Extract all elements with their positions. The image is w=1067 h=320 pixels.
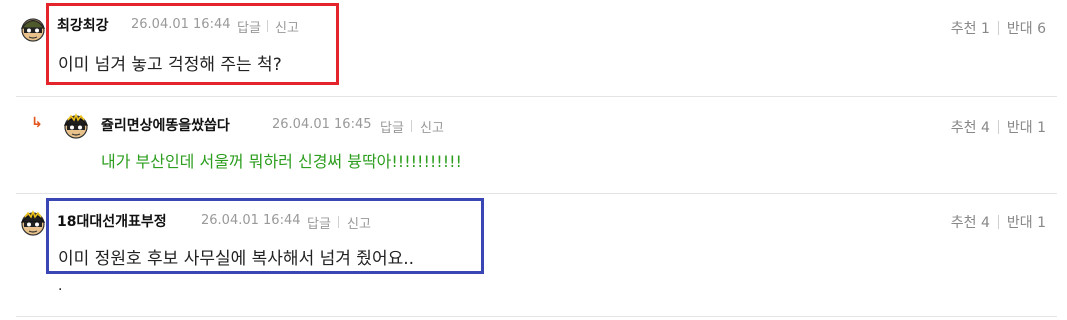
oppose-count: 1 bbox=[1037, 215, 1046, 231]
comment-item: 최강최강 26.04.01 16:44 답글 신고 이미 넘겨 놓고 걱정해 주… bbox=[0, 0, 1067, 96]
vote-divider bbox=[997, 120, 999, 134]
recommend-count: 1 bbox=[980, 21, 990, 37]
recommend-count: 4 bbox=[980, 120, 990, 136]
oppose-count: 6 bbox=[1037, 21, 1046, 37]
recommend-button[interactable]: 추천 4 bbox=[951, 215, 990, 231]
vote-box: 추천 1 반대 6 bbox=[951, 18, 1046, 38]
reply-button[interactable]: 답글 bbox=[380, 117, 404, 136]
comment-reply-item: ↳ 쥴리면상에똥을쌌씁다 26.04.01 16:45 답글 신고 내가 부산인… bbox=[0, 97, 1067, 193]
vote-box: 추천 4 반대 1 bbox=[951, 212, 1046, 232]
vote-box: 추천 4 반대 1 bbox=[951, 117, 1046, 137]
avatar-icon[interactable] bbox=[18, 207, 48, 237]
avatar-icon[interactable] bbox=[18, 13, 48, 43]
comment-date: 26.04.01 16:45 bbox=[272, 117, 372, 132]
reply-arrow-icon: ↳ bbox=[31, 115, 43, 131]
recommend-count: 4 bbox=[980, 215, 990, 231]
blue-highlight-box bbox=[46, 198, 484, 274]
action-divider bbox=[411, 120, 412, 132]
oppose-button[interactable]: 반대 1 bbox=[1007, 215, 1046, 231]
oppose-button[interactable]: 반대 1 bbox=[1007, 120, 1046, 136]
avatar-icon[interactable] bbox=[61, 110, 91, 140]
oppose-count: 1 bbox=[1037, 120, 1046, 136]
nickname[interactable]: 쥴리면상에똥을쌌씁다 bbox=[101, 115, 230, 135]
vote-divider bbox=[997, 21, 999, 35]
comment-extra-text: . bbox=[58, 278, 63, 294]
comment-item: 18대대선개표부정 26.04.01 16:44 답글 신고 이미 정원호 후보… bbox=[0, 194, 1067, 320]
report-button[interactable]: 신고 bbox=[420, 117, 444, 136]
divider bbox=[16, 316, 1057, 317]
red-highlight-box bbox=[46, 3, 339, 85]
recommend-button[interactable]: 추천 4 bbox=[951, 120, 990, 136]
comment-text: 내가 부산인데 서울꺼 뭐하러 신경써 븅딱아!!!!!!!!!!! bbox=[101, 152, 462, 171]
oppose-button[interactable]: 반대 6 bbox=[1007, 21, 1046, 37]
vote-divider bbox=[997, 215, 999, 229]
recommend-button[interactable]: 추천 1 bbox=[951, 21, 990, 37]
